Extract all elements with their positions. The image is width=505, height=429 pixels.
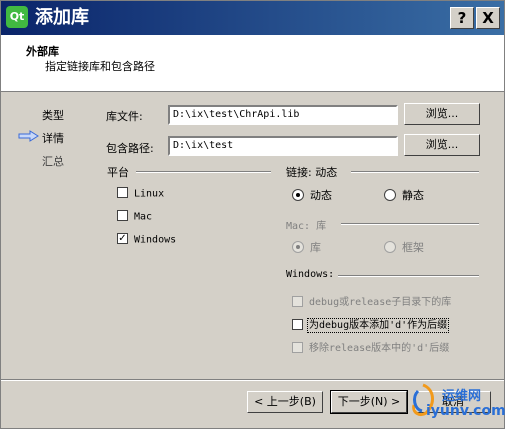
checkbox-icon[interactable]: [292, 295, 303, 307]
watermark-text-cn: 运维网: [442, 389, 482, 404]
windows-subdir-checkbox[interactable]: debug或release子目录下的库: [292, 293, 451, 308]
current-step-arrow-icon: [18, 130, 39, 142]
linkage-static-label: 静态: [402, 189, 424, 202]
windows-debug-suffix-checkbox[interactable]: 为debug版本添加'd'作为后缀: [292, 316, 450, 333]
radio-icon[interactable]: [384, 241, 396, 253]
linkage-static-radio[interactable]: 静态: [384, 187, 424, 203]
windows-group-title: Windows:: [286, 269, 335, 280]
watermark-logo: 运维网 iyunv.com: [406, 379, 505, 427]
next-button[interactable]: 下一步(N) >: [330, 390, 408, 414]
include-path-label: 包含路径:: [106, 142, 154, 155]
close-button[interactable]: X: [476, 7, 500, 29]
page-title: 外部库: [26, 45, 59, 58]
platform-mac-checkbox[interactable]: Mac: [117, 210, 153, 223]
checkbox-icon[interactable]: [292, 341, 303, 353]
library-file-input[interactable]: D:\ix\test\ChrApi.lib: [168, 105, 398, 125]
radio-selected-icon[interactable]: [292, 189, 304, 201]
platform-windows-label: Windows: [134, 234, 177, 246]
add-library-dialog: Qt 添加库 ? X 外部库 指定链接库和包含路径 类型 详情 汇总 库文件: …: [0, 0, 505, 429]
library-file-label: 库文件:: [106, 110, 143, 123]
mac-library-radio[interactable]: 库: [292, 239, 321, 255]
step-details: 详情: [42, 132, 64, 145]
title-bar[interactable]: Qt 添加库 ? X: [1, 1, 504, 35]
mac-framework-radio[interactable]: 框架: [384, 239, 424, 255]
platform-windows-checkbox[interactable]: ✓ Windows: [117, 233, 177, 246]
checkbox-icon[interactable]: [292, 318, 303, 330]
include-browse-button[interactable]: 浏览...: [404, 134, 480, 156]
mac-divider: [341, 223, 479, 225]
platform-linux-label: Linux: [134, 188, 165, 200]
windows-remove-suffix-checkbox[interactable]: 移除release版本中的'd'后缀: [292, 339, 449, 354]
window-title: 添加库: [35, 7, 89, 28]
linkage-dynamic-label: 动态: [310, 189, 332, 202]
linkage-divider: [351, 171, 479, 173]
back-button[interactable]: < 上一步(B): [247, 391, 323, 413]
platform-group-title: 平台: [107, 166, 129, 179]
checkbox-icon[interactable]: [117, 210, 128, 221]
library-browse-button[interactable]: 浏览...: [404, 103, 480, 125]
radio-selected-icon[interactable]: [292, 241, 304, 253]
windows-subdir-label: debug或release子目录下的库: [309, 297, 452, 308]
step-type: 类型: [42, 109, 64, 122]
radio-icon[interactable]: [384, 189, 396, 201]
watermark-text-en: iyunv.com: [426, 403, 505, 419]
wizard-header: 外部库 指定链接库和包含路径: [1, 35, 504, 92]
help-button[interactable]: ?: [450, 7, 474, 29]
qt-logo-icon: Qt: [6, 6, 28, 28]
windows-debug-suffix-label: 为debug版本添加'd'作为后缀: [306, 318, 450, 333]
platform-linux-checkbox[interactable]: Linux: [117, 187, 165, 200]
linkage-group-title: 链接: 动态: [286, 166, 338, 179]
include-path-input[interactable]: D:\ix\test: [168, 136, 398, 156]
checkmark-icon[interactable]: ✓: [117, 233, 128, 244]
linkage-dynamic-radio[interactable]: 动态: [292, 187, 332, 203]
mac-group-title: Mac: 库: [286, 221, 327, 232]
platform-mac-label: Mac: [134, 211, 153, 223]
platform-divider: [136, 171, 271, 173]
checkbox-icon[interactable]: [117, 187, 128, 198]
windows-divider: [338, 275, 479, 277]
page-subtitle: 指定链接库和包含路径: [45, 60, 155, 73]
step-summary: 汇总: [42, 155, 64, 168]
mac-framework-label: 框架: [402, 241, 424, 254]
windows-remove-suffix-label: 移除release版本中的'd'后缀: [309, 343, 450, 354]
mac-library-label: 库: [310, 241, 321, 254]
